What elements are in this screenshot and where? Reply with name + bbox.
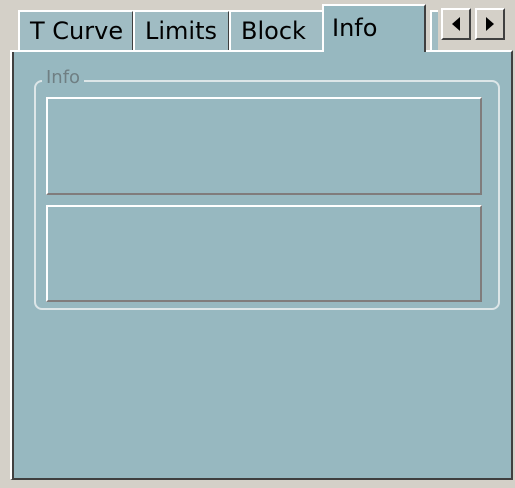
tab-limits[interactable]: Limits [133, 10, 230, 50]
tab-scroll-left-button[interactable] [441, 8, 471, 40]
tab-label: Block [241, 17, 306, 45]
triangle-left-icon [452, 17, 460, 31]
info-group-title: Info [42, 66, 85, 90]
tab-block[interactable]: Block [229, 10, 325, 50]
tab-label: Info [332, 14, 378, 42]
tab-label: T Curve [30, 17, 124, 45]
info-field-2[interactable] [46, 205, 482, 302]
tab-scroll-right-button[interactable] [475, 8, 505, 40]
tab-info[interactable]: Info [322, 4, 426, 52]
tab-partial[interactable] [430, 10, 438, 50]
info-field-1[interactable] [46, 97, 482, 195]
tab-label: Limits [145, 17, 217, 45]
panel-inner-shadow [12, 52, 14, 480]
triangle-right-icon [486, 17, 494, 31]
tab-t-curve[interactable]: T Curve [18, 10, 134, 50]
